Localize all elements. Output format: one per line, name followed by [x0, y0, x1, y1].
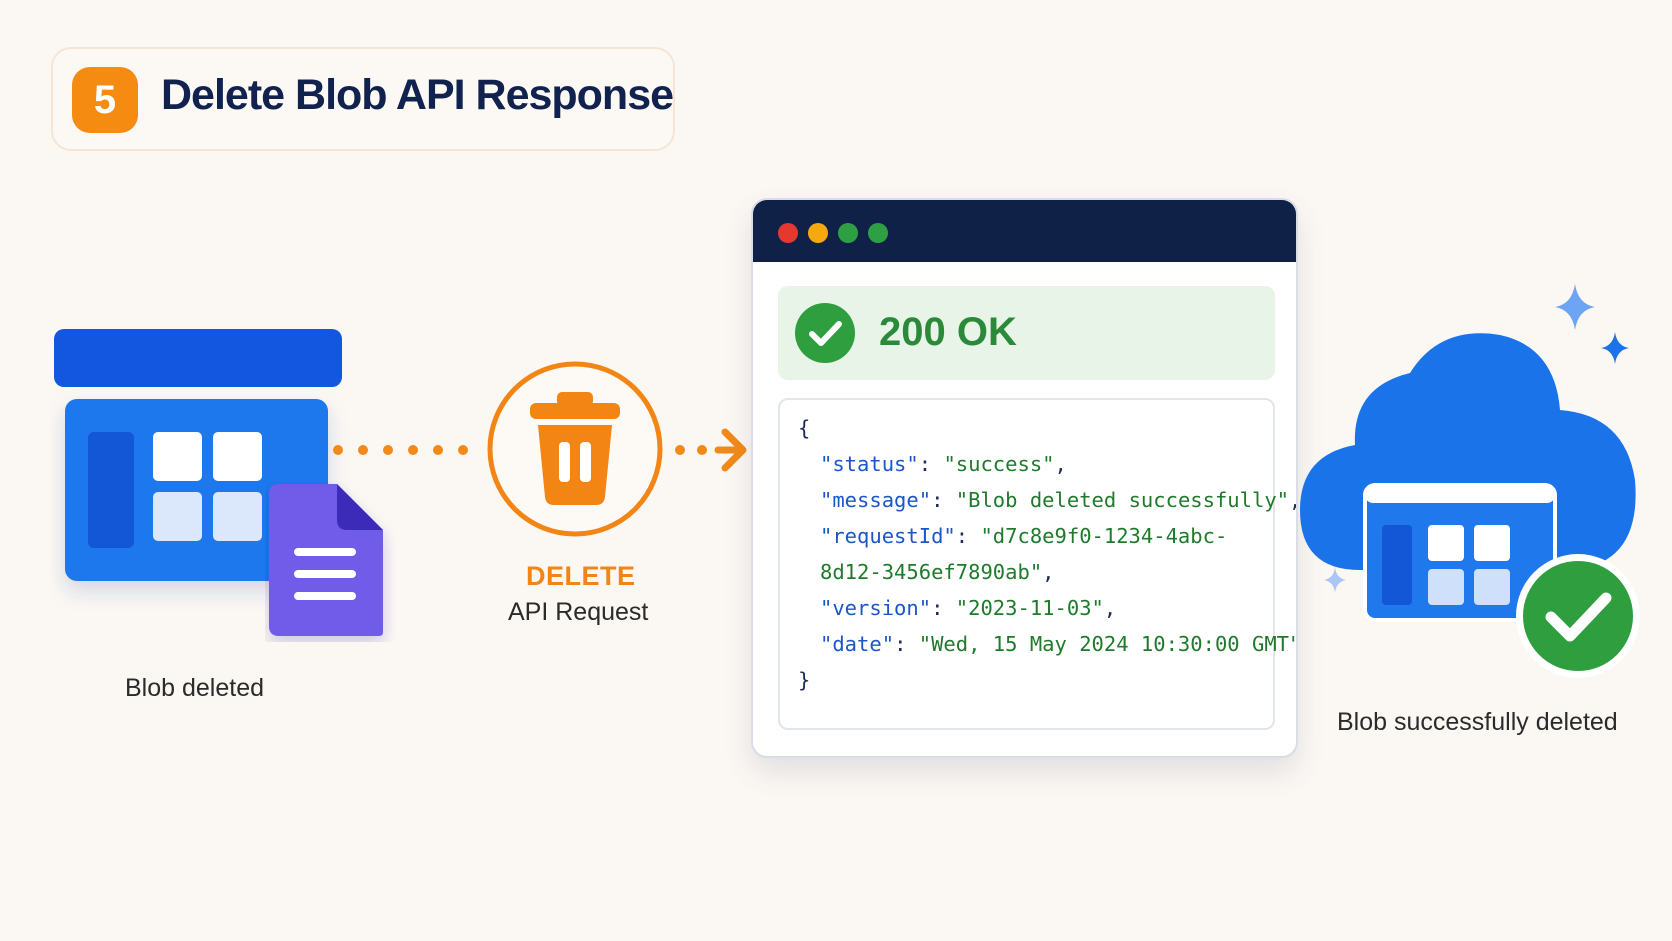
window-extra-dot	[868, 223, 888, 243]
sparkle-small-icon	[1324, 567, 1346, 593]
json-line-requestid-cont: 8d12-3456ef7890ab",	[820, 560, 1055, 584]
checkmark-icon	[1516, 554, 1640, 678]
window-close-dot	[778, 223, 798, 243]
arrow-right-icon	[675, 428, 747, 472]
page-title: Delete Blob API Response	[161, 71, 674, 119]
sparkle-icon	[1555, 284, 1629, 364]
json-line-open: {	[798, 416, 811, 440]
window-minimize-dot	[808, 223, 828, 243]
caption-blob-successfully-deleted: Blob successfully deleted	[1337, 708, 1618, 736]
window-maximize-dot	[838, 223, 858, 243]
json-line-message: "message": "Blob deleted successfully",	[820, 488, 1296, 512]
dotted-connector-left	[333, 445, 468, 455]
request-method: DELETE	[526, 561, 636, 591]
step-badge: 5	[72, 67, 138, 133]
title-card: 5 Delete Blob API Response	[51, 47, 675, 151]
caption-blob-deleted: Blob deleted	[125, 674, 265, 702]
json-line-date: "date": "Wed, 15 May 2024 10:30:00 GMT"	[820, 632, 1298, 656]
trash-icon	[487, 361, 663, 537]
json-line-status: "status": "success",	[820, 452, 1067, 476]
json-response-body: { "status": "success", "message": "Blob …	[778, 398, 1296, 730]
diagram-canvas: 5 Delete Blob API Response Blob deleted	[0, 0, 1672, 941]
json-line-close: }	[798, 668, 811, 692]
status-code: 200 OK	[879, 310, 1017, 354]
json-line-version: "version": "2023-11-03",	[820, 596, 1117, 620]
status-banner: 200 OK	[778, 286, 1275, 380]
response-window: 200 OK { "status": "success", "message":…	[751, 198, 1298, 758]
window-title-bar	[753, 200, 1296, 262]
request-caption: API Request	[508, 598, 649, 626]
json-line-requestid: "requestId": "d7c8e9f0-1234-4abc-	[820, 524, 1228, 548]
check-circle-icon	[795, 303, 855, 363]
document-icon	[269, 484, 383, 636]
